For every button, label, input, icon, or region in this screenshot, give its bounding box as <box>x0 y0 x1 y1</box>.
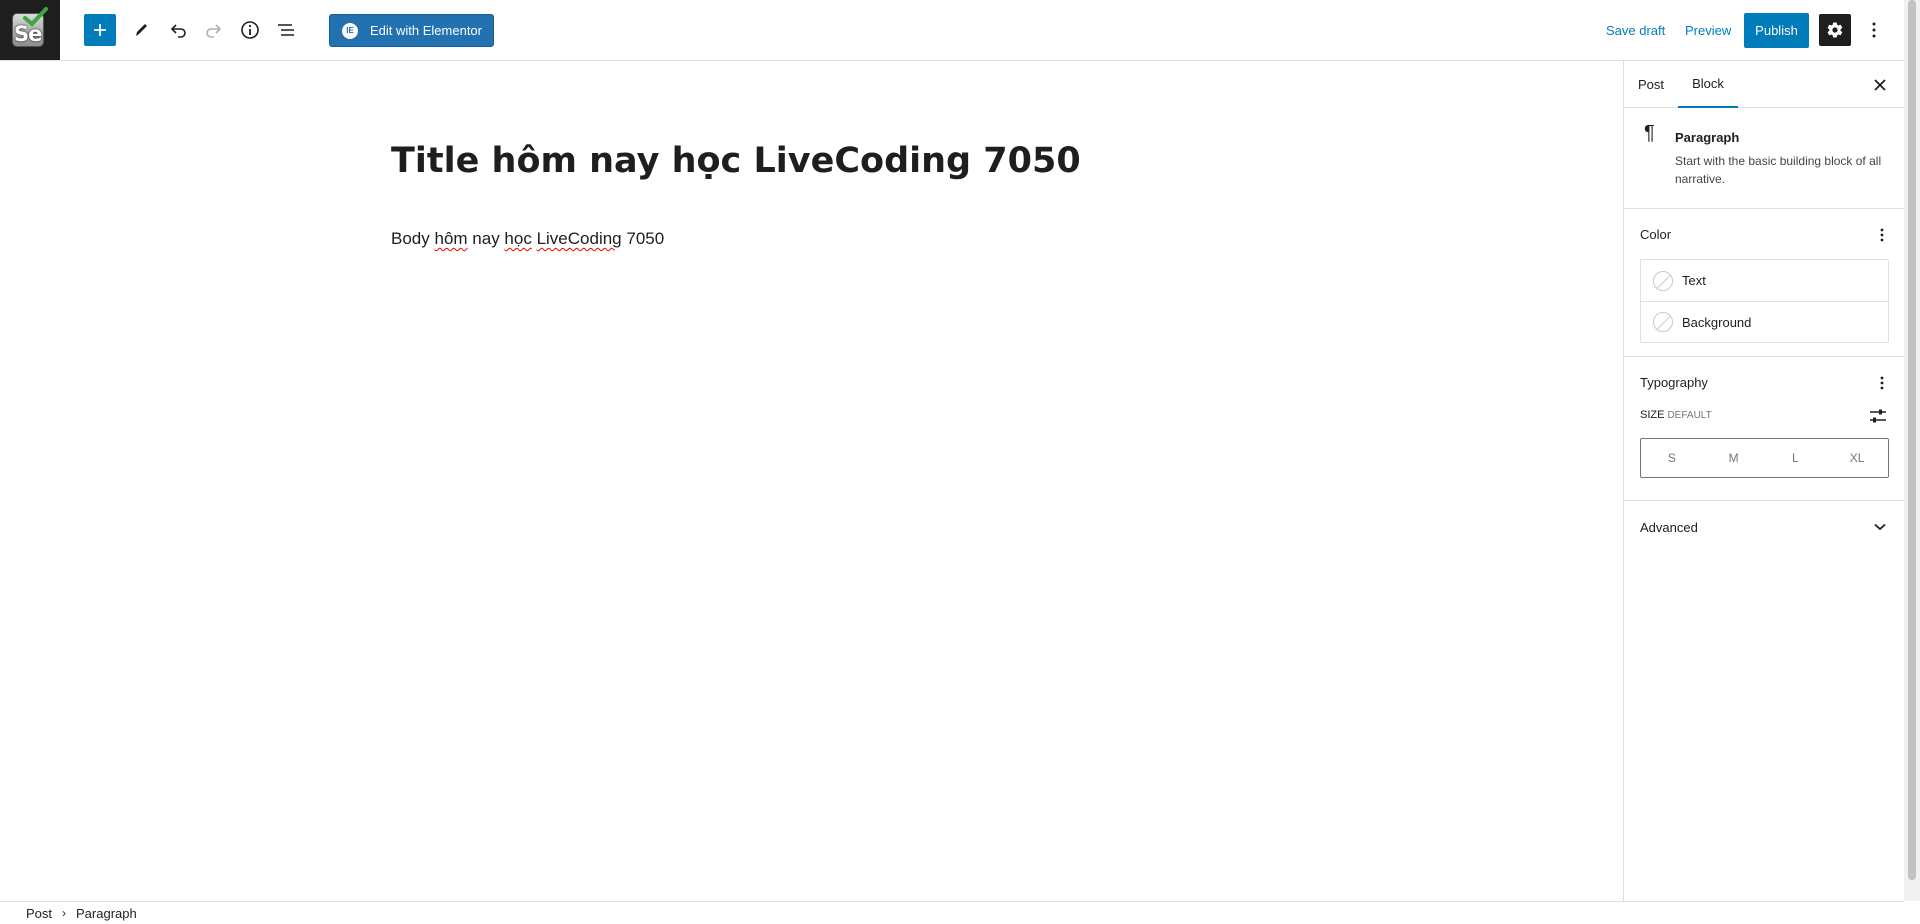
empty-swatch-icon <box>1653 270 1673 291</box>
font-size-label: SIZE DEFAULT <box>1640 409 1712 421</box>
editor-canvas[interactable]: Title hôm nay học LiveCoding 7050 Body h… <box>0 61 1623 901</box>
block-breadcrumb: Post › Paragraph <box>0 901 1904 924</box>
save-draft-button[interactable]: Save draft <box>1606 23 1665 38</box>
gear-icon <box>1827 22 1843 38</box>
color-list: Text Background <box>1640 259 1889 343</box>
site-logo[interactable]: Se <box>0 0 60 60</box>
misspelled-word: hôm <box>434 229 468 248</box>
empty-swatch-icon <box>1653 312 1673 332</box>
settings-sidebar: Post Block ¶ Paragraph Start with the ba… <box>1623 61 1905 901</box>
misspelled-word: LiveCoding <box>536 229 622 248</box>
list-view-button[interactable] <box>270 14 302 46</box>
breadcrumb-item-post[interactable]: Post <box>26 906 52 921</box>
size-label-text: SIZE <box>1640 409 1665 421</box>
elementor-icon: IE <box>342 22 358 39</box>
typography-options-button[interactable] <box>1876 373 1888 393</box>
settings-button[interactable] <box>1819 14 1851 46</box>
body-text-segment: nay <box>467 229 505 248</box>
sidebar-tabs: Post Block <box>1624 61 1905 108</box>
redo-button[interactable] <box>198 14 230 46</box>
color-item-text[interactable]: Text <box>1641 260 1888 301</box>
pilcrow-icon: ¶ <box>1644 122 1655 144</box>
preview-button[interactable]: Preview <box>1685 23 1731 38</box>
pencil-icon <box>136 24 147 36</box>
chevron-right-icon: › <box>62 906 67 920</box>
advanced-panel-title: Advanced <box>1640 520 1698 535</box>
sliders-icon <box>1870 409 1886 423</box>
edit-with-elementor-label: Edit with Elementor <box>370 23 482 38</box>
checkmark-icon <box>23 7 48 27</box>
font-size-picker: S M L XL <box>1640 438 1889 478</box>
typography-panel: Typography SIZE DEFAULT S M L XL <box>1624 357 1905 501</box>
body-text-segment: Body <box>391 229 435 248</box>
color-item-label: Text <box>1682 273 1706 288</box>
misspelled-word: học <box>504 229 532 248</box>
redo-icon <box>206 24 222 38</box>
typography-panel-title: Typography <box>1640 375 1708 390</box>
undo-icon <box>170 24 186 38</box>
breadcrumb-item-paragraph[interactable]: Paragraph <box>76 906 137 921</box>
size-value: DEFAULT <box>1667 410 1712 421</box>
tab-block[interactable]: Block <box>1678 61 1738 108</box>
block-card: ¶ Paragraph Start with the basic buildin… <box>1624 108 1905 209</box>
block-name: Paragraph <box>1675 130 1740 145</box>
color-item-background[interactable]: Background <box>1641 301 1888 342</box>
close-sidebar-button[interactable] <box>1868 73 1892 97</box>
edit-with-elementor-button[interactable]: IE Edit with Elementor <box>329 14 494 47</box>
kebab-icon <box>1880 228 1884 242</box>
kebab-icon <box>1872 22 1876 38</box>
body-text-segment: 7050 <box>621 229 665 248</box>
add-block-button[interactable] <box>84 14 116 46</box>
options-menu-button[interactable] <box>1866 14 1882 46</box>
close-icon <box>1874 79 1886 91</box>
block-description: Start with the basic building block of a… <box>1675 154 1882 186</box>
editor-toolbar: Se IE Edit with Elementor Save draft Pre… <box>0 0 1904 61</box>
post-title[interactable]: Title hôm nay học LiveCoding 7050 <box>391 141 1081 181</box>
publish-button[interactable]: Publish <box>1744 13 1809 48</box>
plus-icon <box>94 24 106 36</box>
size-option-s[interactable]: S <box>1641 439 1703 477</box>
details-button[interactable] <box>234 14 266 46</box>
paragraph-block[interactable]: Body hôm nay học LiveCoding 7050 <box>391 229 664 249</box>
size-option-l[interactable]: L <box>1765 439 1827 477</box>
size-option-xl[interactable]: XL <box>1826 439 1888 477</box>
color-options-button[interactable] <box>1876 225 1888 245</box>
info-icon <box>241 21 259 39</box>
color-item-label: Background <box>1682 314 1752 330</box>
page-scrollbar[interactable] <box>1904 0 1920 901</box>
kebab-icon <box>1880 376 1884 390</box>
advanced-panel[interactable]: Advanced <box>1624 501 1905 551</box>
chevron-down-icon <box>1870 517 1890 537</box>
size-option-m[interactable]: M <box>1703 439 1765 477</box>
custom-size-toggle[interactable] <box>1866 406 1890 426</box>
scrollbar-thumb[interactable] <box>1908 0 1916 880</box>
tab-post[interactable]: Post <box>1638 61 1664 108</box>
undo-button[interactable] <box>162 14 194 46</box>
color-panel: Color Text Background <box>1624 209 1905 357</box>
list-view-icon <box>278 24 294 36</box>
color-panel-title: Color <box>1640 227 1672 242</box>
tools-button[interactable] <box>125 14 157 46</box>
